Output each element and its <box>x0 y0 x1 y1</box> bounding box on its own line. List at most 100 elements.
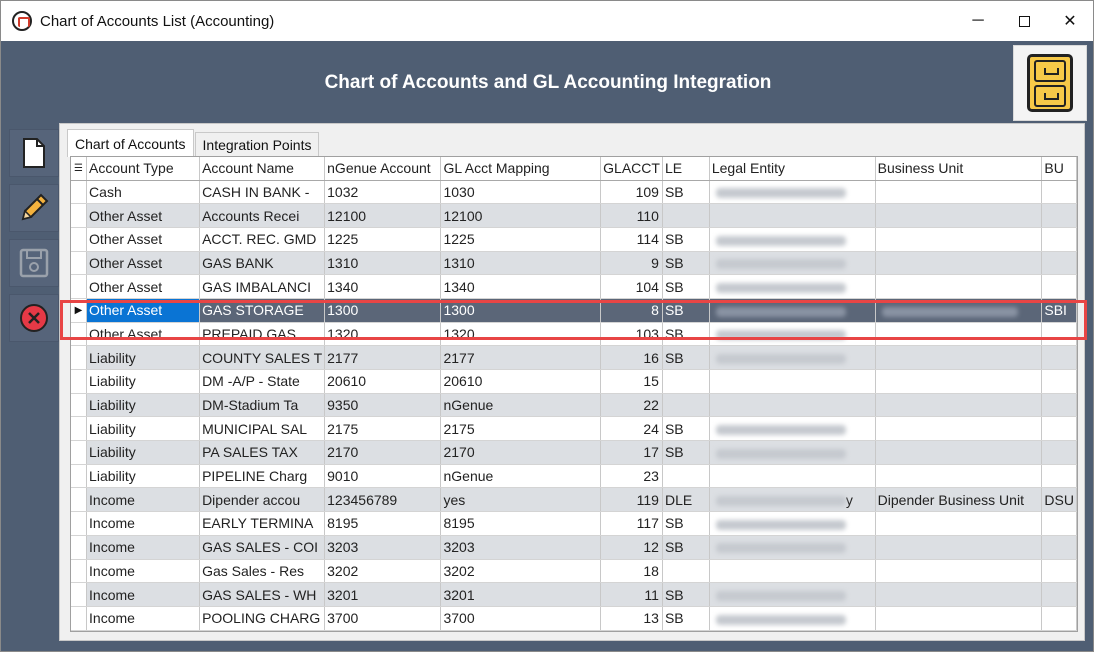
cell-bu[interactable] <box>1041 582 1077 607</box>
cell-business-unit[interactable] <box>875 322 1043 347</box>
cell-bu[interactable] <box>1041 393 1077 418</box>
save-button[interactable] <box>9 239 59 287</box>
cell-business-unit[interactable] <box>875 440 1043 465</box>
row-indicator[interactable] <box>71 511 88 536</box>
cell-gl-mapping[interactable]: 2170 <box>440 440 602 465</box>
cell-account-name[interactable]: COUNTY SALES T <box>199 345 326 370</box>
cell-bu[interactable] <box>1041 274 1077 299</box>
cell-legal-entity[interactable] <box>709 511 876 536</box>
minimize-button[interactable]: ─ <box>955 1 1001 41</box>
cell-account-type[interactable]: Liability <box>86 440 201 465</box>
cell-account-type[interactable]: Other Asset <box>86 274 201 299</box>
cell-account-name[interactable]: Gas Sales - Res <box>199 559 326 584</box>
cell-le[interactable]: DLE <box>662 487 710 513</box>
cell-gl-mapping[interactable]: 1225 <box>440 227 602 252</box>
cell-bu[interactable] <box>1041 440 1077 465</box>
close-button[interactable]: ✕ <box>1047 1 1093 41</box>
column-header[interactable]: LE <box>662 157 710 181</box>
row-indicator[interactable] <box>71 464 88 489</box>
cell-legal-entity[interactable] <box>709 535 876 560</box>
cell-account-type[interactable]: Liability <box>86 464 201 489</box>
row-indicator[interactable] <box>71 322 88 347</box>
cell-gl-mapping[interactable]: 2175 <box>440 416 602 442</box>
row-indicator[interactable] <box>71 487 88 513</box>
cell-legal-entity[interactable] <box>709 606 876 631</box>
cell-bu[interactable] <box>1041 606 1077 631</box>
cell-bu[interactable] <box>1041 227 1077 252</box>
cell-glacct[interactable]: 23 <box>600 464 663 489</box>
table-row[interactable]: Income Gas Sales - Res 3202 3202 18 <box>71 559 1077 584</box>
column-chooser-icon[interactable]: ☰ <box>71 157 88 181</box>
cell-glacct[interactable]: 119 <box>600 487 663 513</box>
cell-bu[interactable] <box>1041 416 1077 442</box>
cell-account-name[interactable]: PA SALES TAX <box>199 440 326 465</box>
table-row[interactable]: Liability MUNICIPAL SAL 2175 2175 24 SB <box>71 416 1077 442</box>
cell-legal-entity[interactable] <box>709 322 876 347</box>
table-row[interactable]: Other Asset Accounts Recei 12100 12100 110 <box>71 203 1077 228</box>
cell-glacct[interactable]: 15 <box>600 369 663 394</box>
cell-glacct[interactable]: 104 <box>600 274 663 299</box>
cell-bu[interactable] <box>1041 345 1077 370</box>
column-header[interactable]: Account Name <box>199 157 326 181</box>
cell-business-unit[interactable] <box>875 227 1043 252</box>
cell-bu[interactable]: SBI <box>1041 298 1077 323</box>
cell-legal-entity[interactable] <box>709 180 876 205</box>
table-row[interactable]: Income Dipender accou 123456789 yes 119 DLE y D… <box>71 487 1077 513</box>
cell-le[interactable]: SB <box>662 535 710 560</box>
column-header[interactable]: Legal Entity <box>709 157 876 181</box>
cell-ngenue-account[interactable]: 1225 <box>324 227 442 252</box>
cell-account-type[interactable]: Other Asset <box>86 251 201 276</box>
cell-account-type[interactable]: Income <box>86 511 201 536</box>
cell-ngenue-account[interactable]: 123456789 <box>324 487 442 513</box>
row-indicator[interactable] <box>71 227 88 252</box>
cell-legal-entity[interactable] <box>709 274 876 299</box>
cell-account-type[interactable]: Other Asset <box>86 227 201 252</box>
cell-ngenue-account[interactable]: 2175 <box>324 416 442 442</box>
cell-gl-mapping[interactable]: 8195 <box>440 511 602 536</box>
cell-bu[interactable] <box>1041 559 1077 584</box>
cell-gl-mapping[interactable]: 20610 <box>440 369 602 394</box>
row-indicator[interactable] <box>71 535 88 560</box>
cell-ngenue-account[interactable]: 9350 <box>324 393 442 418</box>
cell-business-unit[interactable] <box>875 298 1043 323</box>
cell-glacct[interactable]: 114 <box>600 227 663 252</box>
row-indicator[interactable] <box>71 180 88 205</box>
table-row[interactable]: Liability PA SALES TAX 2170 2170 17 SB <box>71 440 1077 465</box>
cell-glacct[interactable]: 103 <box>600 322 663 347</box>
table-row[interactable]: Income POOLING CHARG 3700 3700 13 SB <box>71 606 1077 631</box>
cell-account-name[interactable]: CASH IN BANK - <box>199 180 326 205</box>
cell-gl-mapping[interactable]: 3203 <box>440 535 602 560</box>
table-row[interactable]: Other Asset GAS BANK 1310 1310 9 SB <box>71 251 1077 276</box>
cell-ngenue-account[interactable]: 2170 <box>324 440 442 465</box>
cell-legal-entity[interactable]: y <box>709 487 876 513</box>
cell-gl-mapping[interactable]: 2177 <box>440 345 602 370</box>
cell-legal-entity[interactable] <box>709 416 876 442</box>
edit-button[interactable] <box>9 184 59 232</box>
cell-account-name[interactable]: PIPELINE Charg <box>199 464 326 489</box>
cell-account-name[interactable]: POOLING CHARG <box>199 606 326 631</box>
cell-ngenue-account[interactable]: 1320 <box>324 322 442 347</box>
cell-ngenue-account[interactable]: 1310 <box>324 251 442 276</box>
cell-le[interactable]: SB <box>662 345 710 370</box>
cell-bu[interactable] <box>1041 251 1077 276</box>
cell-business-unit[interactable] <box>875 606 1043 631</box>
cancel-button[interactable] <box>9 294 59 342</box>
cell-account-name[interactable]: DM -A/P - State <box>199 369 326 394</box>
cell-business-unit[interactable] <box>875 535 1043 560</box>
cell-legal-entity[interactable] <box>709 559 876 584</box>
cell-le[interactable]: SB <box>662 440 710 465</box>
cell-ngenue-account[interactable]: 3700 <box>324 606 442 631</box>
cell-le[interactable] <box>662 559 710 584</box>
cell-le[interactable]: SB <box>662 511 710 536</box>
cell-gl-mapping[interactable]: nGenue <box>440 393 602 418</box>
table-row[interactable]: Cash CASH IN BANK -1032 1030 109 SB <box>71 180 1077 205</box>
row-indicator[interactable] <box>71 416 88 442</box>
table-row[interactable]: Income GAS SALES - COI 3203 3203 12 SB <box>71 535 1077 560</box>
cell-le[interactable]: SB <box>662 582 710 607</box>
cell-bu[interactable]: DSU <box>1041 487 1077 513</box>
tab-integration-points[interactable]: Integration Points <box>194 132 320 157</box>
table-row[interactable]: ▶ Other Asset GAS STORAGE 1300 1300 8 SB SBI <box>71 298 1077 323</box>
row-indicator[interactable] <box>71 606 88 631</box>
cell-account-name[interactable]: GAS STORAGE <box>199 298 326 323</box>
tab-chart-of-accounts[interactable]: Chart of Accounts <box>67 129 194 157</box>
